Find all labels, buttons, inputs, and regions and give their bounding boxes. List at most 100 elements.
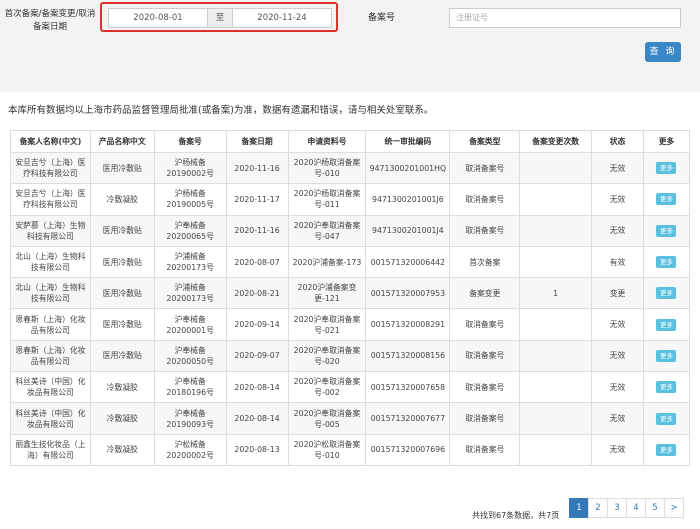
table-cell: 沪奉械备20200050号 — [153, 339, 227, 373]
column-header: 更多 — [642, 130, 691, 153]
table-cell: 取消备案号 — [449, 214, 521, 247]
date-start-input[interactable]: 2020-08-01 — [108, 8, 208, 28]
table-cell: 恩春斯（上海）化妆品有限公司 — [10, 308, 91, 341]
table-cell: 2020-08-07 — [225, 245, 289, 279]
more-button[interactable]: 更多 — [656, 224, 677, 237]
table-cell: 无效 — [591, 402, 644, 435]
table-cell: 有效 — [591, 245, 644, 279]
table-cell: 无效 — [591, 308, 644, 341]
table-cell: 2020沪浦备案-173 — [287, 245, 367, 279]
table-cell: 首次备案 — [449, 245, 521, 279]
column-header: 备案人名称(中文) — [10, 130, 91, 153]
more-cell: 更多 — [642, 214, 691, 247]
more-cell: 更多 — [642, 402, 691, 435]
more-button[interactable]: 更多 — [656, 412, 677, 425]
date-end-input[interactable]: 2020-11-24 — [232, 8, 332, 28]
table-cell: 2020-08-13 — [225, 433, 289, 466]
table-cell — [519, 245, 593, 279]
table-cell: 取消备案号 — [449, 371, 521, 404]
table-cell: 取消备案号 — [449, 433, 521, 466]
table-cell: 1 — [519, 277, 593, 310]
table-cell — [519, 214, 593, 247]
table-cell: 2020沪奉取消备案号-020 — [287, 339, 367, 373]
table-cell: 2020-09-07 — [225, 339, 289, 373]
table-cell: 沪奉械备20190093号 — [153, 402, 227, 435]
more-button[interactable]: 更多 — [656, 318, 677, 331]
table-cell: 沪杨械备20190002号 — [153, 151, 227, 185]
table-cell: 无效 — [591, 339, 644, 373]
page-button[interactable]: 2 — [588, 498, 608, 518]
more-button[interactable]: 更多 — [656, 349, 677, 362]
table-cell: 2020沪浦备案变更-121 — [287, 277, 367, 310]
table-cell — [519, 339, 593, 373]
more-cell: 更多 — [642, 308, 691, 341]
table-cell: 9471300201001HQ — [365, 151, 451, 185]
table-cell: 取消备案号 — [449, 339, 521, 373]
table-cell: 2020-11-16 — [225, 214, 289, 247]
page-button[interactable]: 3 — [607, 498, 627, 518]
page-button[interactable]: 1 — [569, 498, 589, 518]
registration-number-input[interactable]: 注册证号 — [449, 8, 681, 28]
more-button[interactable]: 更多 — [656, 193, 677, 206]
more-cell: 更多 — [642, 183, 691, 216]
table-cell: 科丝美诗（中国）化妆品有限公司 — [10, 371, 91, 404]
more-button[interactable]: 更多 — [656, 256, 677, 269]
search-button[interactable]: 查 询 — [645, 42, 681, 62]
table-cell: 安旦吉兮（上海）医疗科技有限公司 — [10, 183, 91, 216]
column-header: 状态 — [591, 130, 644, 153]
table-cell: 备案变更 — [449, 277, 521, 310]
table-cell — [519, 183, 593, 216]
table-row: 恩春斯（上海）化妆品有限公司 医用冷敷贴 沪奉械备20200050号 2020-09-… — [10, 339, 691, 373]
table-cell: 医用冷敷贴 — [89, 214, 155, 247]
table-cell: 2020-09-14 — [225, 308, 289, 341]
table-cell: 2020沪奉取消备案号-002 — [287, 371, 367, 404]
table-cell: 安旦吉兮（上海）医疗科技有限公司 — [10, 151, 91, 185]
page-button[interactable]: 5 — [645, 498, 665, 518]
table-row: 恩春斯（上海）化妆品有限公司 医用冷敷贴 沪奉械备20200001号 2020-09-… — [10, 308, 691, 341]
table-row: 科丝美诗（中国）化妆品有限公司 冷敷凝胶 沪奉械备20190093号 2020-08-… — [10, 402, 691, 435]
table-cell — [519, 151, 593, 185]
table-cell: 沪浦械备20200173号 — [153, 245, 227, 279]
table-cell: 沪奉械备20200001号 — [153, 308, 227, 341]
table-header-row: 备案人名称(中文) 产品名称中文 备案号 备案日期 申请资料号 统一审批编码 备案类型 备案变… — [10, 130, 691, 153]
date-filter-label: 首次备案/备案变更/取消备案日期 — [4, 9, 96, 32]
table-cell: 冷敷凝胶 — [89, 183, 155, 216]
table-cell: 北山（上海）生物科技有限公司 — [10, 245, 91, 279]
table-cell: 安萨慕（上海）生物科技有限公司 — [10, 214, 91, 247]
column-header: 备案类型 — [449, 130, 521, 153]
table-cell: 001571320007696 — [365, 433, 451, 466]
column-header: 统一审批编码 — [365, 130, 451, 153]
table-cell: 沪杨械备20190005号 — [153, 183, 227, 216]
table-cell: 医用冷敷贴 — [89, 277, 155, 310]
more-button[interactable]: 更多 — [656, 381, 677, 394]
more-cell: 更多 — [642, 277, 691, 310]
table-cell: 医用冷敷贴 — [89, 339, 155, 373]
table-cell: 001571320008156 — [365, 339, 451, 373]
table-cell: 001571320007658 — [365, 371, 451, 404]
table-cell: 2020-08-14 — [225, 371, 289, 404]
table-cell: 变更 — [591, 277, 644, 310]
more-cell: 更多 — [642, 245, 691, 279]
more-cell: 更多 — [642, 371, 691, 404]
registration-label: 备案号 — [368, 13, 396, 23]
more-cell: 更多 — [642, 151, 691, 185]
table-cell: 医用冷敷贴 — [89, 245, 155, 279]
more-button[interactable]: 更多 — [656, 443, 677, 456]
table-row: 科丝美诗（中国）化妆品有限公司 冷敷凝胶 沪奉械备20180196号 2020-08-… — [10, 371, 691, 404]
table-cell: 冷敷凝胶 — [89, 433, 155, 466]
table-cell: 取消备案号 — [449, 151, 521, 185]
table-cell: 2020沪杨取消备案号-011 — [287, 183, 367, 216]
more-button[interactable]: 更多 — [656, 162, 677, 175]
next-page-button[interactable]: > — [664, 498, 684, 518]
more-cell: 更多 — [642, 339, 691, 373]
table-cell: 医用冷敷贴 — [89, 308, 155, 341]
more-button[interactable]: 更多 — [656, 287, 677, 300]
table-cell: 冷敷凝胶 — [89, 402, 155, 435]
page-button[interactable]: 4 — [626, 498, 646, 518]
column-header: 备案变更次数 — [519, 130, 593, 153]
table-cell: 2020沪奉取消备案号-005 — [287, 402, 367, 435]
data-disclaimer: 本库所有数据均以上海市药品监督管理局批准(或备案)为准，数据有遗漏和错误，请与相… — [8, 105, 434, 116]
table-cell: 无效 — [591, 151, 644, 185]
table-cell: 2020沪奉取消备案号-047 — [287, 214, 367, 247]
column-header: 申请资料号 — [287, 130, 367, 153]
